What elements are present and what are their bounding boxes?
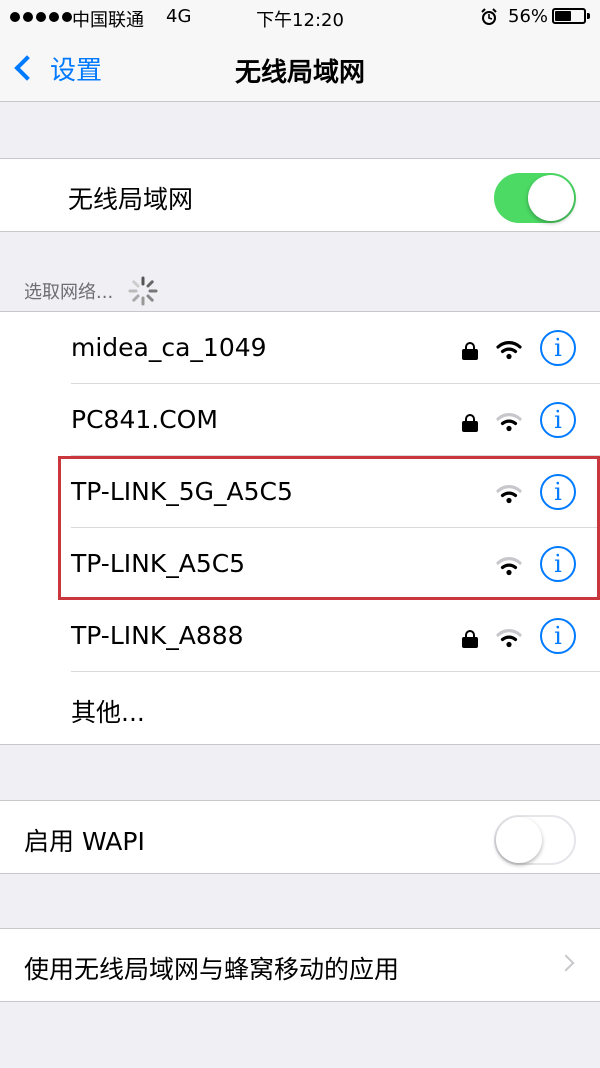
network-info-button[interactable]: i <box>540 546 576 582</box>
wlan-cellular-apps-row[interactable]: 使用无线局域网与蜂窝移动的应用 <box>0 929 600 1001</box>
status-bar: 中国联通 4G 下午12:20 56% <box>0 0 600 34</box>
wifi-signal-icon <box>496 413 522 432</box>
lock-icon <box>462 342 478 360</box>
network-info-button[interactable]: i <box>540 618 576 654</box>
wifi-signal-icon <box>496 341 522 360</box>
network-row[interactable]: PC841.COM i <box>0 384 600 456</box>
wapi-row: 启用 WAPI <box>0 801 600 873</box>
alarm-icon <box>481 8 497 25</box>
other-network-label: 其他... <box>71 698 145 727</box>
network-info-button[interactable]: i <box>540 330 576 366</box>
navigation-bar: 设置 无线局域网 <box>0 34 600 102</box>
wapi-label: 启用 WAPI <box>24 827 145 856</box>
lock-icon <box>462 630 478 648</box>
wlan-cellular-apps-label: 使用无线局域网与蜂窝移动的应用 <box>24 955 400 984</box>
network-name: PC841.COM <box>71 405 218 434</box>
wifi-signal-icon <box>496 629 522 648</box>
page-title: 无线局域网 <box>234 58 365 88</box>
wifi-toggle-row: 无线局域网 <box>0 159 600 231</box>
network-row[interactable]: midea_ca_1049 i <box>0 312 600 384</box>
wapi-toggle-switch[interactable] <box>494 815 576 865</box>
network-name: TP-LINK_A5C5 <box>71 549 246 578</box>
network-name: TP-LINK_5G_A5C5 <box>71 477 293 506</box>
networks-section-header: 选取网络... <box>24 275 159 307</box>
other-network-row[interactable]: 其他... <box>0 672 600 744</box>
network-row[interactable]: TP-LINK_A888 i <box>0 600 600 672</box>
networks-list: midea_ca_1049 i PC841.COM i TP-LINK_5G_A… <box>0 311 600 745</box>
network-info-button[interactable]: i <box>540 474 576 510</box>
lock-icon <box>462 414 478 432</box>
wifi-toggle-switch[interactable] <box>494 173 576 223</box>
wifi-toggle-group: 无线局域网 <box>0 158 600 232</box>
battery-icon <box>552 8 590 24</box>
wifi-signal-icon <box>496 557 522 576</box>
loading-spinner-icon <box>128 276 158 306</box>
network-info-button[interactable]: i <box>540 402 576 438</box>
network-name: midea_ca_1049 <box>71 333 267 362</box>
apps-group: 使用无线局域网与蜂窝移动的应用 <box>0 928 600 1002</box>
battery-percent: 56% <box>508 6 549 27</box>
wapi-group: 启用 WAPI <box>0 800 600 874</box>
networks-header-label: 选取网络... <box>24 282 114 303</box>
network-name: TP-LINK_A888 <box>71 621 244 650</box>
wifi-signal-icon <box>496 485 522 504</box>
network-row[interactable]: TP-LINK_A5C5 i <box>0 528 600 600</box>
chevron-right-icon <box>557 954 575 972</box>
wifi-toggle-label: 无线局域网 <box>68 185 194 214</box>
network-row[interactable]: TP-LINK_5G_A5C5 i <box>0 456 600 528</box>
